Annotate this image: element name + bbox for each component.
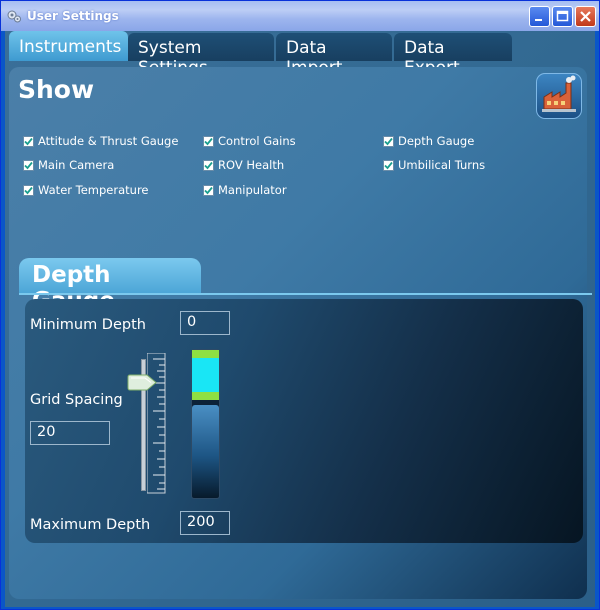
client-area: Instruments System Settings Data Import …	[5, 31, 595, 607]
checkbox-label: Control Gains	[218, 134, 296, 148]
checkmark-icon	[24, 137, 33, 145]
checkbox-rov-health[interactable]: ROV Health	[203, 157, 284, 173]
minimize-button[interactable]	[529, 6, 550, 27]
tab-label: Instruments	[19, 37, 122, 57]
checkbox-box[interactable]	[383, 135, 394, 147]
checkbox-box[interactable]	[203, 159, 214, 171]
factory-icon	[542, 75, 576, 112]
checkbox-label: Umbilical Turns	[398, 158, 486, 172]
gears-icon	[7, 10, 21, 23]
minimize-icon	[535, 19, 542, 21]
tab-data-export[interactable]: Data Export	[394, 33, 512, 78]
checkbox-box[interactable]	[383, 159, 394, 171]
checkbox-box[interactable]	[23, 159, 34, 171]
close-button[interactable]	[575, 6, 596, 27]
tab-data-import[interactable]: Data Import	[276, 33, 392, 78]
checkbox-box[interactable]	[23, 184, 34, 196]
depth-indicator	[191, 349, 220, 499]
maximize-icon	[556, 10, 569, 22]
maximum-depth-input[interactable]: 200	[180, 511, 230, 535]
depth-indicator-graphic	[192, 350, 219, 498]
title-bar[interactable]: User Settings	[1, 1, 599, 31]
checkbox-depth-gauge[interactable]: Depth Gauge	[383, 133, 474, 149]
tab-system-settings[interactable]: System Settings	[128, 33, 274, 78]
checkmark-icon	[384, 161, 393, 169]
checkbox-box[interactable]	[203, 184, 214, 196]
show-heading: Show	[18, 75, 95, 104]
maximum-depth-label: Maximum Depth	[30, 517, 151, 533]
close-icon	[580, 11, 591, 22]
checkbox-attitude-thrust-gauge[interactable]: Attitude & Thrust Gauge	[23, 133, 178, 149]
checkbox-water-temperature[interactable]: Water Temperature	[23, 182, 149, 198]
depth-gauge-settings: Minimum Depth 0 Grid Spacing 20 Maximum …	[25, 299, 583, 543]
checkbox-label: Main Camera	[38, 158, 115, 172]
instruments-panel: Show Attitude & Thrust Gauge Control Gai…	[9, 67, 592, 599]
checkbox-control-gains[interactable]: Control Gains	[203, 133, 296, 149]
tab-instruments[interactable]: Instruments	[9, 31, 128, 61]
minimum-depth-label: Minimum Depth	[30, 317, 146, 333]
maximize-button[interactable]	[552, 6, 573, 27]
checkmark-icon	[204, 186, 213, 194]
depth-gauge-tab[interactable]: Depth Gauge	[19, 258, 201, 314]
grid-spacing-label: Grid Spacing	[30, 392, 123, 408]
checkbox-box[interactable]	[23, 135, 34, 147]
checkmark-icon	[24, 186, 33, 194]
checkmark-icon	[204, 161, 213, 169]
window-title: User Settings	[27, 9, 119, 23]
checkbox-label: Water Temperature	[38, 183, 149, 197]
grid-spacing-input[interactable]: 20	[30, 421, 110, 445]
checkbox-box[interactable]	[203, 135, 214, 147]
user-settings-window: User Settings Instruments System Setting…	[0, 0, 600, 610]
factory-button[interactable]	[536, 73, 582, 119]
checkmark-icon	[204, 137, 213, 145]
checkmark-icon	[24, 161, 33, 169]
checkbox-label: Manipulator	[218, 183, 287, 197]
checkbox-manipulator[interactable]: Manipulator	[203, 182, 287, 198]
minimum-depth-input[interactable]: 0	[180, 311, 230, 335]
checkbox-label: ROV Health	[218, 158, 285, 172]
depth-gauge-divider	[19, 293, 592, 295]
checkbox-umbilical-turns[interactable]: Umbilical Turns	[383, 157, 485, 173]
checkbox-label: Depth Gauge	[398, 134, 475, 148]
grid-spacing-slider-thumb[interactable]	[127, 374, 157, 391]
checkmark-icon	[384, 137, 393, 145]
checkbox-main-camera[interactable]: Main Camera	[23, 157, 114, 173]
checkbox-label: Attitude & Thrust Gauge	[38, 134, 179, 148]
tab-bar: Instruments System Settings Data Import …	[5, 31, 595, 78]
